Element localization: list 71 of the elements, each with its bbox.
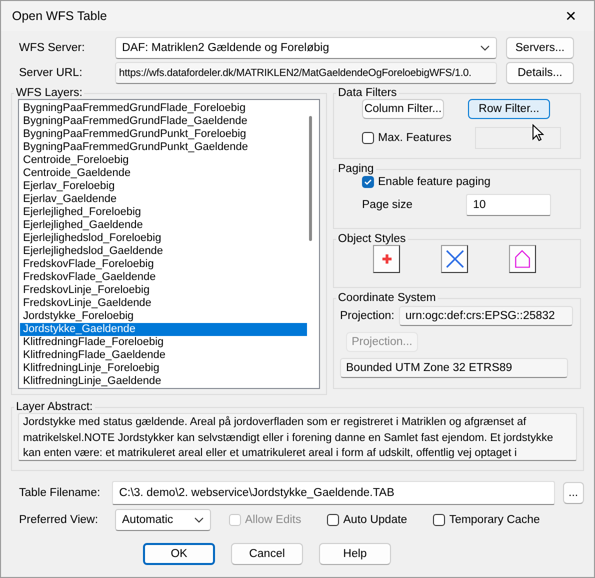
checkbox[interactable] bbox=[433, 514, 446, 526]
filter-button[interactable]: Column Filter... bbox=[362, 99, 444, 119]
list-item[interactable]: BygningPaaFremmedGrundPunkt_Gaeldende bbox=[20, 141, 307, 154]
list-item[interactable]: KlitfredningFlade_Gaeldende bbox=[20, 349, 307, 362]
checkbox-label: Allow Edits bbox=[245, 514, 302, 526]
checkbox[interactable] bbox=[362, 132, 374, 144]
field-label: WFS Server: bbox=[18, 42, 86, 54]
style-button[interactable] bbox=[509, 245, 536, 273]
window-title: Open WFS Table bbox=[12, 9, 107, 23]
servers-button[interactable]: Servers... bbox=[506, 37, 574, 59]
view-dropdown[interactable]: Automatic bbox=[115, 509, 211, 531]
field-label: Page size bbox=[362, 199, 414, 211]
list-item[interactable]: KlitfredningLinje_Foreloebig bbox=[20, 362, 307, 375]
list-item[interactable]: FredskovLinje_Gaeldende bbox=[20, 297, 307, 310]
filter-button[interactable]: Row Filter... bbox=[468, 99, 550, 119]
list-item[interactable]: Ejerlav_Foreloebig bbox=[20, 180, 307, 193]
scrollbar-thumb[interactable] bbox=[309, 116, 312, 241]
projection-field: urn:ogc:def:crs:EPSG::25832 bbox=[399, 306, 574, 326]
close-button[interactable]: ✕ bbox=[548, 8, 594, 24]
checkbox[interactable] bbox=[327, 514, 340, 526]
page-size-field[interactable]: 10 bbox=[466, 194, 551, 216]
cross-icon bbox=[444, 248, 466, 270]
checkbox-label: Temporary Cache bbox=[449, 514, 540, 526]
dialog-button[interactable]: Cancel bbox=[231, 543, 303, 565]
group-title: Coordinate System bbox=[337, 292, 437, 304]
style-button[interactable] bbox=[373, 245, 400, 273]
list-item[interactable]: Centroide_Foreloebig bbox=[20, 154, 307, 167]
dialog-button[interactable]: Help bbox=[319, 543, 391, 565]
list-item[interactable]: BygningPaaFremmedGrundFlade_Gaeldende bbox=[20, 115, 307, 128]
dialog-button[interactable]: OK bbox=[143, 543, 215, 565]
cursor-icon bbox=[532, 124, 544, 142]
list-item[interactable]: KlitfredningLinje_Gaeldende bbox=[20, 375, 307, 388]
browse-button[interactable]: ... bbox=[562, 482, 584, 504]
list-item[interactable]: Jordstykke_Gaeldende bbox=[20, 323, 307, 336]
server-dropdown[interactable]: DAF: Matriklen2 Gældende og Foreløbig bbox=[115, 37, 497, 59]
list-item[interactable]: FredskovFlade_Gaeldende bbox=[20, 271, 307, 284]
chevron-icon bbox=[480, 45, 490, 51]
list-item[interactable]: FredskovFlade_Foreloebig bbox=[20, 258, 307, 271]
list-item[interactable]: Ejerlejlighed_Foreloebig bbox=[20, 206, 307, 219]
group-title: WFS Layers: bbox=[15, 87, 84, 99]
max-features-field[interactable] bbox=[474, 127, 560, 149]
group-title: Object Styles bbox=[337, 233, 407, 245]
group-title: Paging bbox=[337, 163, 375, 175]
list-item[interactable]: Ejerlejlighedslod_Gaeldende bbox=[20, 245, 307, 258]
list-item[interactable]: Ejerlejlighedslod_Foreloebig bbox=[20, 232, 307, 245]
list-item[interactable]: BygningPaaFremmedGrundFlade_Foreloebig bbox=[20, 102, 307, 115]
group-title: Layer Abstract: bbox=[15, 401, 94, 413]
list-item[interactable]: Ejerlav_Gaeldende bbox=[20, 193, 307, 206]
abstract-text: Jordstykke med status gældende. Areal på jordoverfladen som er registreret i Matriklen og afgrænset af matrikelskel.NOTE Jordstykker kan selvstændigt eller i forening danne en Samlet fast ejendom. Et jordstykke kan enten være: et matrikuleret areal eller et umatrikuleret areal i form af udskilt, offentlig vej optaget i bbox=[18, 413, 577, 461]
list-item[interactable]: KlitfredningFlade_Foreloebig bbox=[20, 336, 307, 349]
style-button[interactable] bbox=[441, 245, 468, 273]
checkbox-label: Max. Features bbox=[378, 132, 452, 144]
list-item[interactable]: BygningPaaFremmedGrundPunkt_Foreloebig bbox=[20, 128, 307, 141]
checkbox-label: Auto Update bbox=[343, 514, 408, 526]
checkbox-label: Enable feature paging bbox=[378, 176, 491, 188]
filename-field[interactable]: C:\3. demo\2. webservice\Jordstykke_Gaeldende.TAB bbox=[112, 481, 555, 505]
checkbox[interactable] bbox=[362, 176, 374, 188]
field-label: Projection: bbox=[340, 310, 394, 322]
list-item[interactable]: FredskovLinje_Foreloebig bbox=[20, 284, 307, 297]
field-label: Server URL: bbox=[18, 67, 84, 79]
check-icon bbox=[363, 177, 373, 187]
list-item[interactable]: Jordstykke_Foreloebig bbox=[20, 310, 307, 323]
coordinate-system-field: Bounded UTM Zone 32 ETRS89 bbox=[340, 358, 568, 378]
url-field[interactable]: https://wfs.datafordeler.dk/MATRIKLEN2/MatGaeldendeOgForeloebigWFS/1.0. bbox=[115, 62, 497, 84]
field-label: Preferred View: bbox=[18, 514, 100, 526]
chevron-icon bbox=[194, 517, 204, 523]
field-label: Table Filename: bbox=[18, 487, 102, 499]
details-button[interactable]: Details... bbox=[506, 62, 574, 84]
list-item[interactable]: Centroide_Gaeldende bbox=[20, 167, 307, 180]
list-item[interactable]: Ejerlejlighed_Gaeldende bbox=[20, 219, 307, 232]
group-title: Data Filters bbox=[337, 87, 398, 99]
